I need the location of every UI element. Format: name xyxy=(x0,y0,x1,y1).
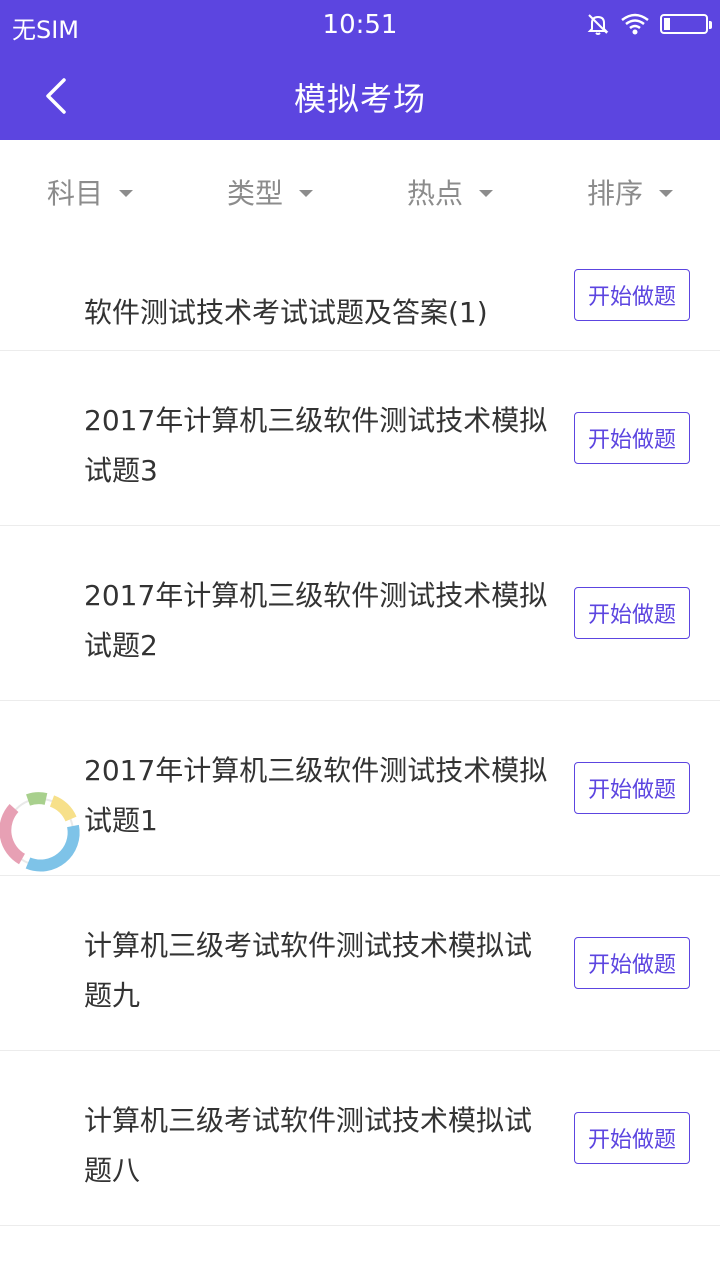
start-exam-button[interactable]: 开始做题 xyxy=(574,937,690,989)
exam-row[interactable]: 2017年计算机三级软件测试技术模拟试题2 开始做题 xyxy=(0,526,720,701)
caret-down-icon xyxy=(299,189,313,197)
wifi-icon xyxy=(621,13,649,35)
filter-subject[interactable]: 科目 xyxy=(0,172,180,212)
mute-bell-icon xyxy=(587,14,609,35)
filter-label: 排序 xyxy=(586,177,643,210)
exam-title: 2017年计算机三级软件测试技术模拟试题3 xyxy=(84,404,548,487)
filter-label: 热点 xyxy=(406,177,463,210)
exam-row[interactable]: 软件测试技术考试试题及答案(1) 开始做题 xyxy=(0,244,720,351)
caret-down-icon xyxy=(659,189,673,197)
exam-row[interactable]: 2017年计算机三级软件测试技术模拟试题1 开始做题 xyxy=(0,701,720,876)
exam-title: 2017年计算机三级软件测试技术模拟试题1 xyxy=(84,754,548,837)
filter-type[interactable]: 类型 xyxy=(180,172,360,212)
filter-hot[interactable]: 热点 xyxy=(360,172,540,212)
filter-bar: 科目 类型 热点 排序 xyxy=(0,140,720,244)
exam-title: 软件测试技术考试试题及答案(1) xyxy=(84,296,488,329)
start-exam-button[interactable]: 开始做题 xyxy=(574,1112,690,1164)
filter-sort[interactable]: 排序 xyxy=(540,172,720,212)
exam-list: 软件测试技术考试试题及答案(1) 开始做题 2017年计算机三级软件测试技术模拟… xyxy=(0,244,720,1226)
filter-label: 类型 xyxy=(226,177,283,210)
exam-row[interactable]: 计算机三级考试软件测试技术模拟试题九 开始做题 xyxy=(0,876,720,1051)
status-icons xyxy=(586,12,712,36)
start-exam-button[interactable]: 开始做题 xyxy=(574,762,690,814)
caret-down-icon xyxy=(479,189,493,197)
caret-down-icon xyxy=(119,189,133,197)
start-exam-button[interactable]: 开始做题 xyxy=(574,269,690,321)
filter-label: 科目 xyxy=(46,177,103,210)
start-exam-button[interactable]: 开始做题 xyxy=(574,412,690,464)
exam-row[interactable]: 2017年计算机三级软件测试技术模拟试题3 开始做题 xyxy=(0,351,720,526)
app-header: 无SIM 10:51 模拟考场 xyxy=(0,0,720,140)
page-title: 模拟考场 xyxy=(293,80,426,118)
exam-title: 2017年计算机三级软件测试技术模拟试题2 xyxy=(84,579,548,662)
battery-icon xyxy=(660,14,712,34)
start-exam-button[interactable]: 开始做题 xyxy=(574,587,690,639)
exam-title: 计算机三级考试软件测试技术模拟试题八 xyxy=(84,1104,533,1187)
floating-assistant-icon[interactable] xyxy=(0,786,86,878)
exam-row[interactable]: 计算机三级考试软件测试技术模拟试题八 开始做题 xyxy=(0,1051,720,1226)
exam-title: 计算机三级考试软件测试技术模拟试题九 xyxy=(84,929,533,1012)
